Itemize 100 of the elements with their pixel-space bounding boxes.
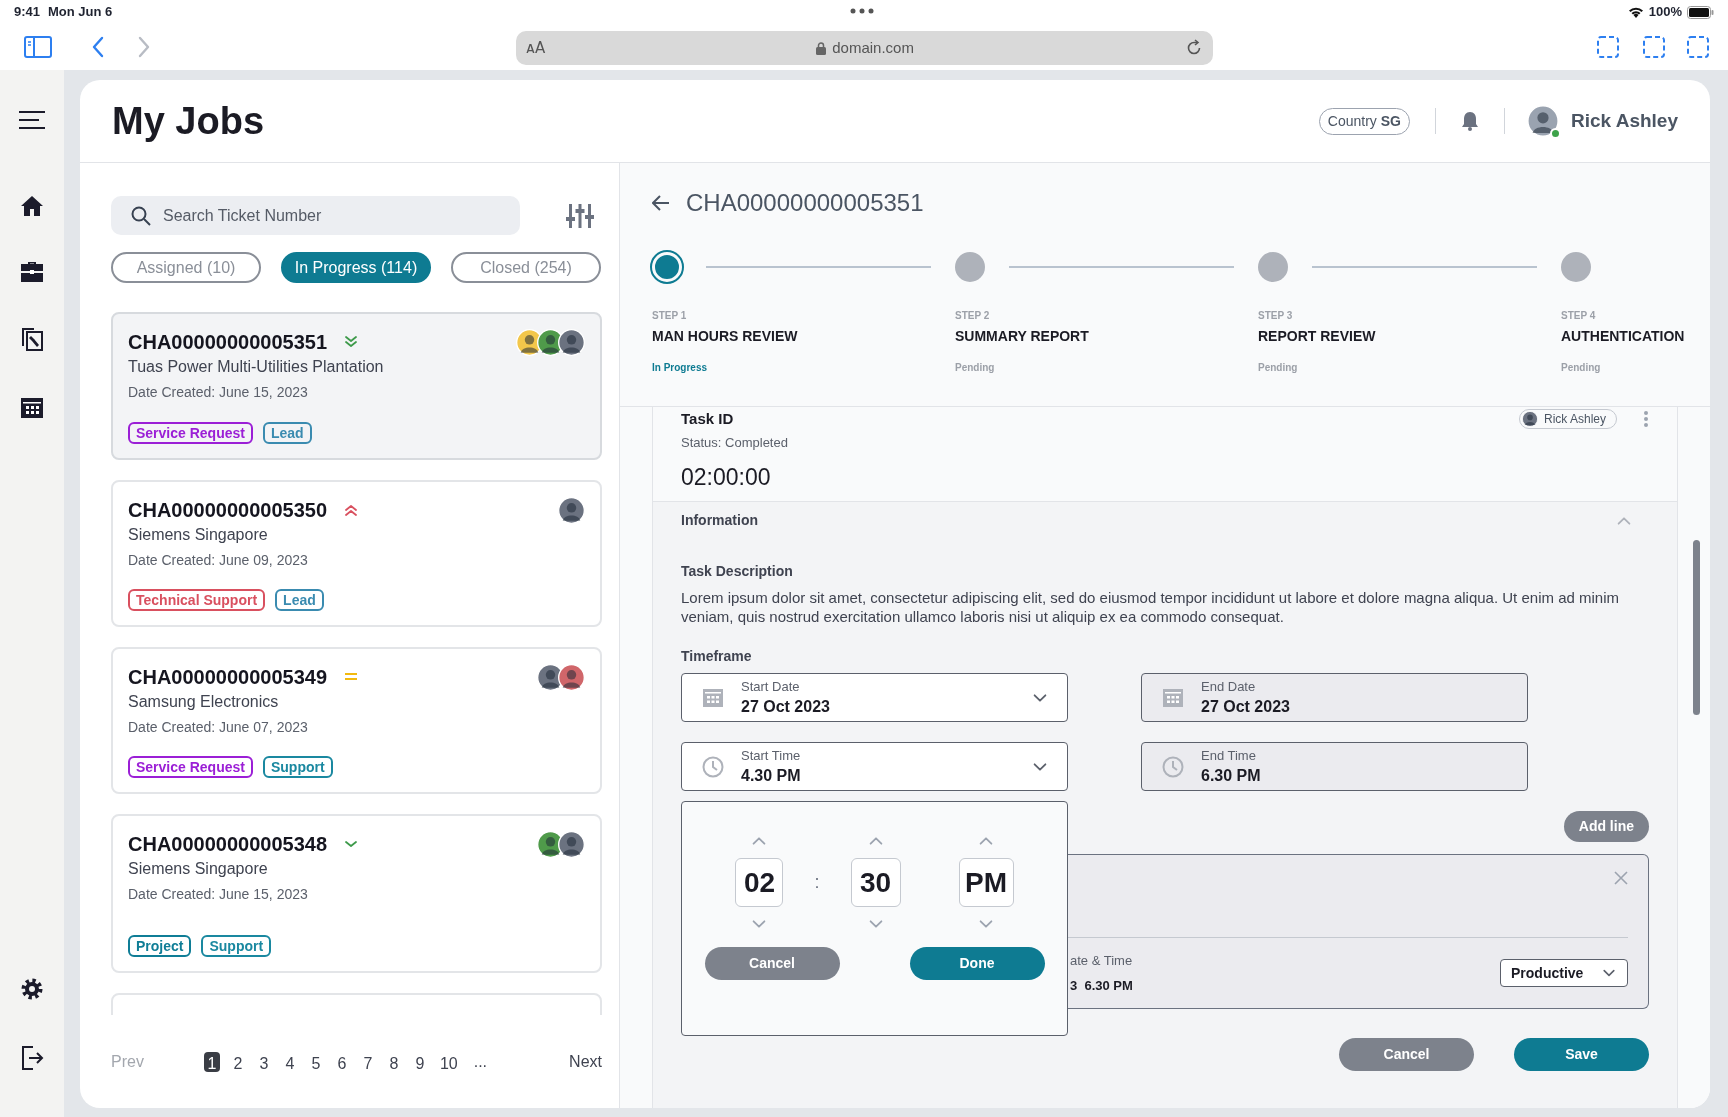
time-field[interactable]: End Time 6.30 PM <box>1141 742 1528 791</box>
time-value[interactable]: 30 <box>850 858 901 907</box>
tag: Lead <box>262 422 312 444</box>
tag: Support <box>262 756 333 778</box>
filter-icon[interactable] <box>566 201 594 230</box>
tag: Service Request <box>128 422 253 444</box>
date-created: Date Created: June 07, 2023 <box>128 718 309 737</box>
job-card[interactable]: CHA00000000005350 Siemens Singapore Date Created: June 09, 2023 Technical Support Lead <box>111 480 602 627</box>
assignee-name: Rick Ashley <box>1543 411 1606 429</box>
date-field[interactable]: Start Date 27 Oct 2023 <box>681 673 1068 722</box>
field-label: Start Time <box>741 747 801 764</box>
page-link[interactable]: 9 <box>411 1051 428 1072</box>
type-dropdown[interactable]: Productive <box>1500 959 1628 987</box>
calendar-icon <box>1162 687 1184 708</box>
step-number: STEP 4 <box>1561 309 1597 323</box>
user-name[interactable]: Rick Ashley <box>1571 106 1678 136</box>
close-icon[interactable] <box>1614 871 1628 885</box>
calendar-icon[interactable] <box>20 397 44 419</box>
tab-overview-icon[interactable] <box>1597 36 1619 58</box>
tag: Service Request <box>128 756 253 778</box>
online-indicator <box>1550 128 1561 139</box>
save-button[interactable]: Save <box>1514 1038 1649 1071</box>
new-tab-icon[interactable] <box>1643 36 1665 58</box>
time-value[interactable]: 02 <box>735 858 784 907</box>
text-size-button[interactable]: ᴀA <box>526 36 546 60</box>
scrollbar-thumb[interactable] <box>1693 540 1700 715</box>
page-link[interactable]: 1 <box>203 1051 220 1072</box>
page-link[interactable]: 7 <box>359 1051 376 1072</box>
step-status: Pending <box>1258 361 1299 375</box>
step-status: Pending <box>1561 361 1602 375</box>
more-icon[interactable] <box>850 8 874 14</box>
address-bar[interactable]: ᴀA domain.com <box>516 31 1213 65</box>
field-label: Timeframe <box>681 647 753 666</box>
cancel-button[interactable]: Cancel <box>1339 1038 1474 1071</box>
time-separator: : <box>814 871 820 894</box>
tag: Project <box>128 935 192 957</box>
field-value: 27 Oct 2023 <box>1201 696 1290 717</box>
page-link[interactable]: 3 <box>255 1051 272 1072</box>
search-input[interactable]: Search Ticket Number <box>163 203 500 228</box>
step-status: Pending <box>955 361 996 375</box>
calendar-icon <box>702 687 724 708</box>
ticket-number: CHA00000000005350 <box>128 498 328 523</box>
field-label: End Time <box>1201 747 1257 764</box>
field-label: End Date <box>1201 678 1257 695</box>
job-card[interactable]: CHA00000000005351 Tuas Power Multi-Utilities Plantation Date Created: June 15, 2023 Service Request Lead <box>111 312 602 460</box>
page-link[interactable]: 4 <box>281 1051 298 1072</box>
company-name: Siemens Singapore <box>128 525 269 545</box>
more-vertical-icon[interactable] <box>1643 410 1649 429</box>
step-number: STEP 3 <box>1258 309 1294 323</box>
tabs-icon[interactable] <box>1687 36 1709 58</box>
job-card[interactable]: CHA00000000005348 Siemens Singapore Date Created: June 15, 2023 Project Support <box>111 814 602 973</box>
document-wrench-icon[interactable] <box>20 326 44 352</box>
job-card[interactable]: CHA00000000005349 Samsung Electronics Date Created: June 07, 2023 Service Request Support <box>111 647 602 794</box>
back-arrow-icon[interactable] <box>652 195 670 211</box>
step-number: STEP 2 <box>955 309 991 323</box>
tag: Lead <box>275 589 324 611</box>
reload-icon[interactable] <box>1185 39 1203 57</box>
page-link[interactable]: 8 <box>385 1051 402 1072</box>
search-field[interactable]: Search Ticket Number <box>111 196 520 235</box>
logout-icon[interactable] <box>20 1045 44 1071</box>
search-icon <box>131 205 151 226</box>
next-link[interactable]: Next <box>569 1049 602 1074</box>
date-field[interactable]: End Date 27 Oct 2023 <box>1141 673 1528 722</box>
company-name: Siemens Singapore <box>128 859 269 879</box>
step-name: MAN HOURS REVIEW <box>652 327 799 346</box>
settings-icon[interactable] <box>20 977 44 1001</box>
menu-icon[interactable] <box>19 110 45 130</box>
field-label: ate & Time <box>1070 951 1133 970</box>
ticket-number: CHA00000000005351 <box>128 330 328 355</box>
page-link[interactable]: 5 <box>307 1051 324 1072</box>
bell-icon[interactable] <box>1461 111 1479 131</box>
task-duration: 02:00:00 <box>681 463 772 492</box>
page-title: My Jobs <box>112 98 265 144</box>
home-icon[interactable] <box>20 194 44 218</box>
sidebar-toggle-icon[interactable] <box>24 36 52 58</box>
battery-percent: 100% <box>1648 3 1682 22</box>
status-date: Mon Jun 6 <box>48 3 113 22</box>
time-value[interactable]: PM <box>958 858 1014 907</box>
step-status: In Progress <box>652 361 709 375</box>
status-time: 9:41 <box>14 3 41 22</box>
battery-icon <box>1687 5 1714 19</box>
page-link[interactable]: 6 <box>333 1051 350 1072</box>
section-title: Information <box>681 511 758 530</box>
done-button[interactable]: Done <box>909 947 1045 980</box>
date-created: Date Created: June 15, 2023 <box>128 885 309 904</box>
field-value: 4.30 PM <box>741 765 801 786</box>
field-value: 3 6.30 PM <box>1070 977 1133 995</box>
step-name: AUTHENTICATION <box>1561 327 1686 346</box>
filter-tab[interactable]: In Progress (114) <box>281 252 431 283</box>
briefcase-icon[interactable] <box>19 260 45 284</box>
page-link[interactable]: 10 <box>437 1051 460 1072</box>
cancel-button[interactable]: Cancel <box>704 947 840 980</box>
clock-icon <box>702 755 724 778</box>
back-icon[interactable] <box>91 36 105 58</box>
pagination-ellipsis: ... <box>473 1051 488 1072</box>
add-line-button[interactable]: Add line <box>1563 811 1649 842</box>
step-number: STEP 1 <box>652 309 688 323</box>
time-field[interactable]: Start Time 4.30 PM <box>681 742 1068 791</box>
page-link[interactable]: 2 <box>229 1051 246 1072</box>
tag: Support <box>201 935 272 957</box>
